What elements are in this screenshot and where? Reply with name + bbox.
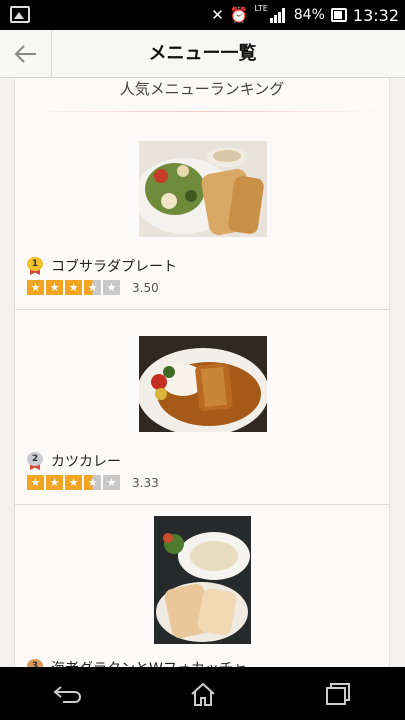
signal-icon [269, 7, 288, 23]
gallery-notification-icon [10, 6, 30, 23]
battery-percent: 84% [293, 7, 325, 23]
system-nav-bar [0, 667, 405, 720]
list-item[interactable]: 3 海老グラタンとWフォカッチャ [15, 505, 389, 667]
dish-name-row: 1 コブサラダプレート [27, 256, 177, 276]
vibrate-icon: ✕ [211, 6, 224, 24]
alarm-icon: ⏰ [229, 6, 249, 24]
list-item[interactable]: 2 カツカレー ★ ★ ★ ★ ★ 3.33 [15, 310, 389, 505]
star-icon: ★ [27, 475, 44, 490]
dish-photo [139, 336, 267, 432]
back-icon [52, 685, 81, 703]
recents-icon [325, 682, 350, 705]
rating-row: ★ ★ ★ ★ ★ 3.50 [27, 280, 159, 295]
star-icon: ★ [65, 475, 82, 490]
status-icons: ✕ ⏰ LTE 84% 13:32 [211, 0, 399, 30]
app-bar: メニュー一覧 [0, 30, 405, 78]
star-half-icon: ★ [84, 475, 101, 490]
star-icon: ★ [46, 475, 63, 490]
back-button[interactable] [0, 30, 52, 77]
dish-name-row: 3 海老グラタンとWフォカッチャ [27, 658, 247, 667]
nav-home-button[interactable] [173, 674, 233, 714]
dish-name: 海老グラタンとWフォカッチャ [51, 658, 247, 667]
dish-photo [154, 516, 251, 644]
star-half-icon: ★ [84, 280, 101, 295]
rating-row: ★ ★ ★ ★ ★ 3.33 [27, 475, 159, 490]
nav-back-button[interactable] [38, 674, 98, 714]
star-empty-icon: ★ [103, 280, 120, 295]
dish-name: コブサラダプレート [51, 259, 177, 275]
rating-value: 3.50 [132, 280, 159, 295]
dish-name-row: 2 カツカレー [27, 451, 121, 471]
rank-medal-icon: 3 [27, 659, 43, 667]
star-empty-icon: ★ [103, 475, 120, 490]
status-bar: ✕ ⏰ LTE 84% 13:32 [0, 0, 405, 30]
list-item[interactable]: 1 コブサラダプレート ★ ★ ★ ★ ★ 3.50 [15, 114, 389, 310]
star-icon: ★ [46, 280, 63, 295]
star-icon: ★ [27, 280, 44, 295]
rating-value: 3.33 [132, 475, 159, 490]
rank-medal-icon: 2 [27, 452, 43, 470]
section-title: 人気メニューランキング [15, 78, 389, 114]
nav-recents-button[interactable] [308, 674, 368, 714]
battery-icon [330, 8, 347, 22]
menu-ranking-list[interactable]: 人気メニューランキング 1 コブサラダプレート ★ ★ ★ ★ ★ 3.50 2… [14, 78, 390, 667]
dish-name: カツカレー [51, 454, 121, 470]
rank-medal-icon: 1 [27, 257, 43, 275]
clock: 13:32 [352, 5, 399, 25]
dish-photo [139, 141, 267, 237]
star-icon: ★ [65, 280, 82, 295]
page-title: メニュー一覧 [148, 43, 257, 64]
home-icon [190, 682, 215, 706]
arrow-left-icon [14, 44, 36, 63]
lte-label: LTE [254, 4, 268, 13]
